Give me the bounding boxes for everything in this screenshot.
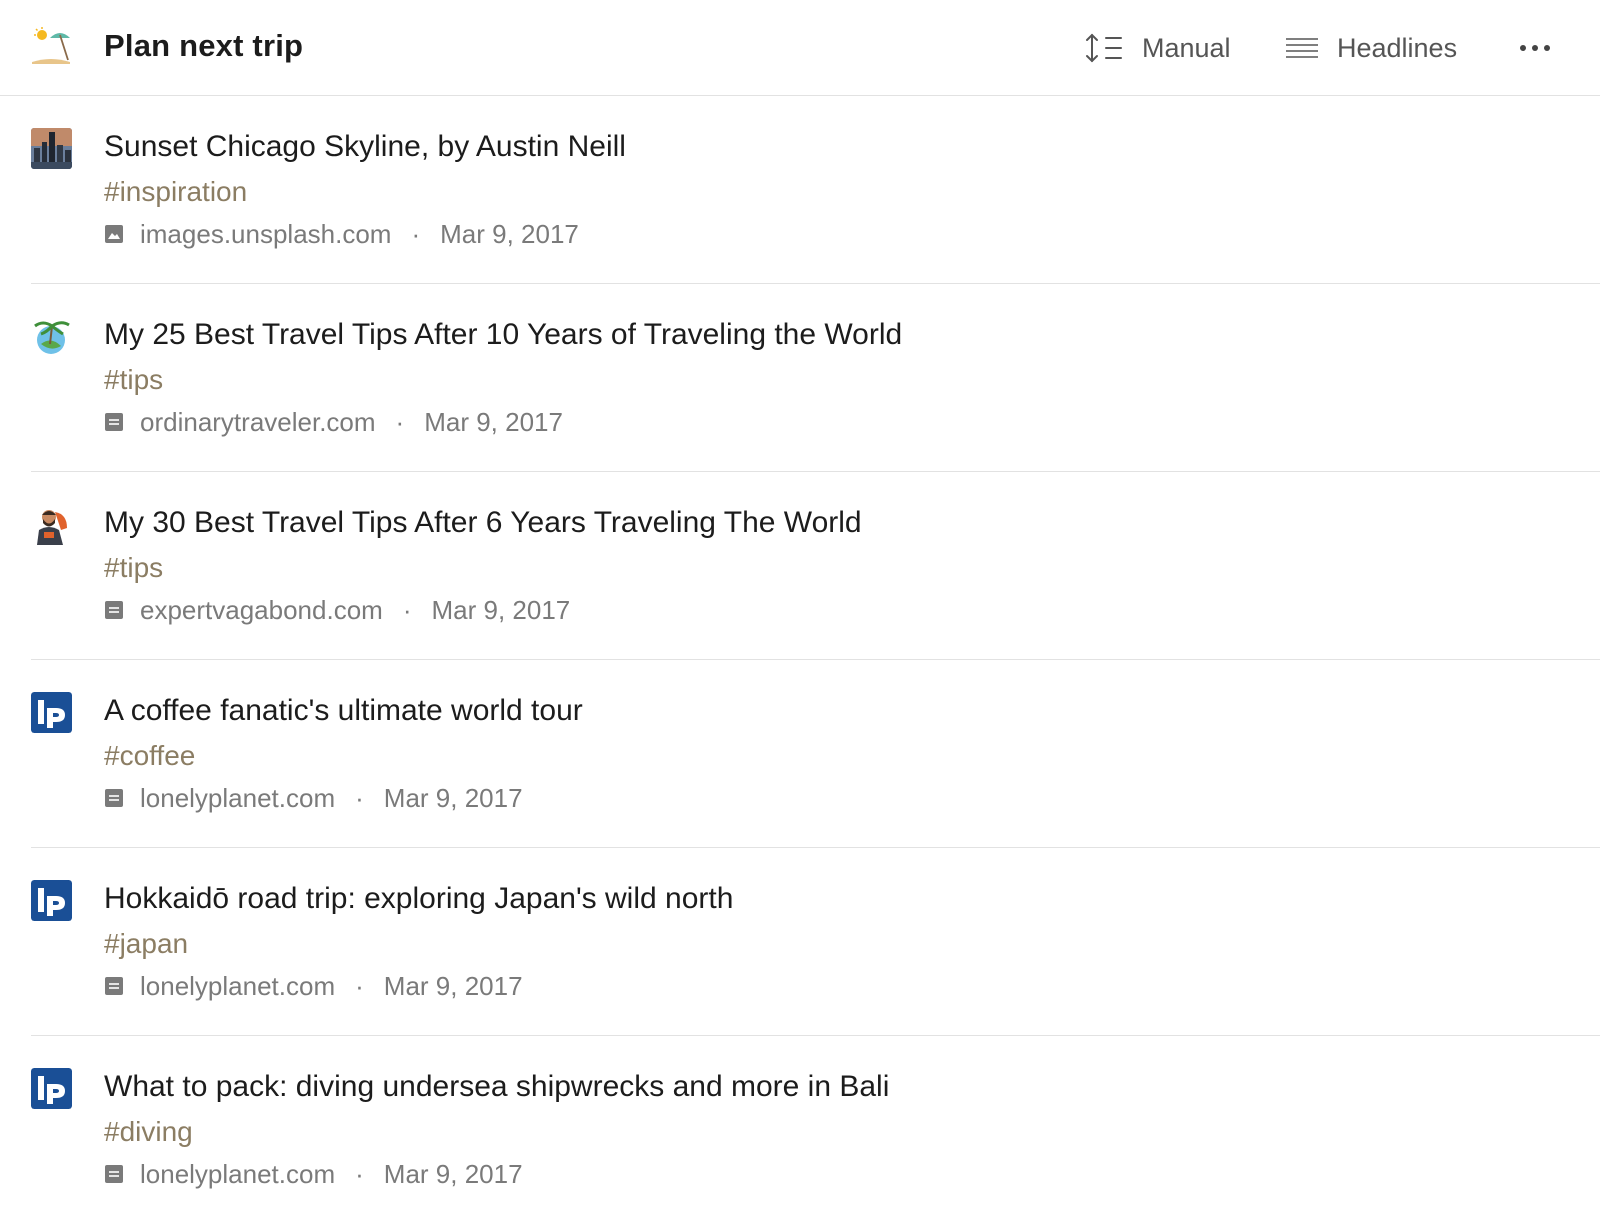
bookmark-list: Sunset Chicago Skyline, by Austin Neill … [0,96,1600,1224]
list-item[interactable]: What to pack: diving undersea shipwrecks… [31,1036,1600,1224]
article-icon [105,601,123,619]
list-item[interactable]: My 30 Best Travel Tips After 6 Years Tra… [31,472,1600,660]
lonely-planet-logo [31,1068,72,1109]
item-tag[interactable]: #inspiration [104,176,247,208]
item-source: lonelyplanet.com [140,970,336,1001]
item-source: images.unsplash.com [140,218,392,249]
item-title[interactable]: My 25 Best Travel Tips After 10 Years of… [104,318,902,352]
item-title[interactable]: A coffee fanatic's ultimate world tour [104,694,583,728]
article-icon [105,789,123,807]
item-date: Mar 9, 2017 [383,1158,523,1189]
collection-header: Plan next trip Manual Headlines [0,0,1600,96]
item-tag[interactable]: #diving [104,1116,193,1148]
list-item[interactable]: Sunset Chicago Skyline, by Austin Neill … [31,96,1600,284]
lonely-planet-logo [31,692,72,733]
item-title[interactable]: Hokkaidō road trip: exploring Japan's wi… [104,882,733,916]
city-skyline-thumbnail [31,128,72,169]
beach-umbrella-icon [32,27,70,64]
list-item[interactable]: Hokkaidō road trip: exploring Japan's wi… [31,848,1600,1036]
meta-separator: · [395,406,405,437]
item-source: lonelyplanet.com [140,1158,336,1189]
headlines-view-icon [1286,38,1318,58]
meta-separator: · [355,1158,364,1189]
item-source: ordinarytraveler.com [140,406,376,437]
item-tag[interactable]: #japan [104,928,188,960]
view-label: Headlines [1337,32,1458,63]
item-tag[interactable]: #tips [104,364,163,396]
item-date: Mar 9, 2017 [424,406,563,437]
meta-separator: · [355,782,364,813]
item-meta: lonelyplanet.com · Mar 9, 2017 [104,1158,523,1190]
sort-label: Manual [1142,32,1231,63]
item-title[interactable]: My 30 Best Travel Tips After 6 Years Tra… [104,506,862,540]
item-meta: lonelyplanet.com · Mar 9, 2017 [104,970,523,1002]
meta-separator: · [402,594,412,625]
item-date: Mar 9, 2017 [431,594,571,625]
sort-order-icon [1086,33,1122,63]
item-meta: lonelyplanet.com · Mar 9, 2017 [104,782,523,814]
item-date: Mar 9, 2017 [383,970,523,1001]
list-item[interactable]: A coffee fanatic's ultimate world tour #… [31,660,1600,848]
article-icon [105,977,123,995]
item-title[interactable]: Sunset Chicago Skyline, by Austin Neill [104,130,626,164]
item-source: lonelyplanet.com [140,782,336,813]
meta-separator: · [411,218,421,249]
item-date: Mar 9, 2017 [440,218,579,249]
item-tag[interactable]: #tips [104,552,163,584]
item-date: Mar 9, 2017 [383,782,523,813]
item-meta: expertvagabond.com · Mar 9, 2017 [104,594,570,626]
traveler-avatar [31,504,72,545]
page-title: Plan next trip [104,28,304,63]
article-icon [105,413,123,431]
palm-globe-logo [31,316,72,357]
article-icon [105,1165,123,1183]
view-menu-button[interactable]: Headlines [1285,28,1457,68]
item-tag[interactable]: #coffee [104,740,195,772]
lonely-planet-logo [31,880,72,921]
list-item[interactable]: My 25 Best Travel Tips After 10 Years of… [31,284,1600,472]
item-source: expertvagabond.com [140,594,383,625]
item-title[interactable]: What to pack: diving undersea shipwrecks… [104,1070,889,1104]
image-icon [105,225,123,243]
meta-separator: · [355,970,364,1001]
sort-menu-button[interactable]: Manual [1084,28,1231,68]
item-meta: ordinarytraveler.com · Mar 9, 2017 [104,406,563,438]
item-meta: images.unsplash.com · Mar 9, 2017 [104,218,579,250]
more-options-ellipsis-icon[interactable] [1514,30,1556,66]
